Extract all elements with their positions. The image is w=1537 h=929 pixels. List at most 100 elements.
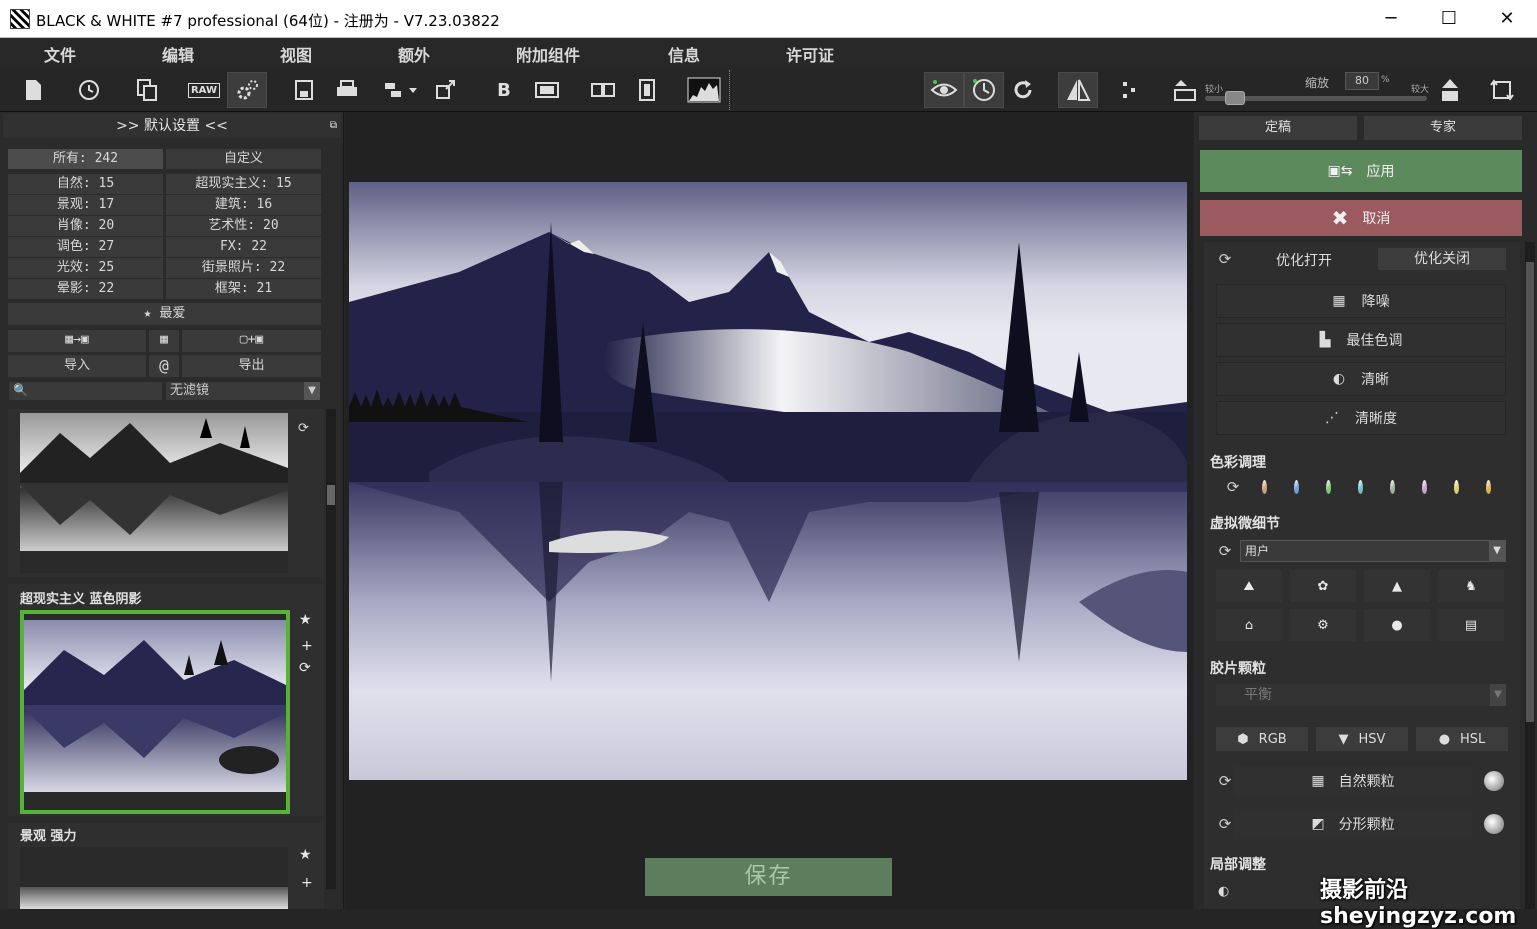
local-adjust-icon[interactable]: ◐ <box>1218 884 1229 899</box>
split-compare-icon[interactable] <box>1110 72 1150 108</box>
preset-scrollbar[interactable] <box>326 409 336 889</box>
color-drop-icon[interactable] <box>1422 480 1427 494</box>
category-surrealism[interactable]: 超现实主义: 15 <box>166 174 321 194</box>
search-input[interactable]: 🔍 <box>8 381 163 401</box>
apply-button[interactable]: ▣⇆ 应用 <box>1200 150 1522 192</box>
reset-optimize-icon[interactable]: ⟳ <box>1216 250 1234 268</box>
favorite-star-icon[interactable]: ★ <box>299 847 312 863</box>
reset-preset-icon[interactable]: ⟳ <box>298 421 309 436</box>
menu-extra[interactable]: 额外 <box>398 42 430 66</box>
color-drop-icon[interactable] <box>1390 480 1395 494</box>
category-street[interactable]: 街景照片: 22 <box>166 258 321 278</box>
menu-info[interactable]: 信息 <box>668 42 700 66</box>
menu-view[interactable]: 视图 <box>280 42 312 66</box>
category-portrait[interactable]: 肖像: 20 <box>8 216 163 236</box>
natural-grain-button[interactable]: ▦ 自然颗粒 <box>1234 766 1472 796</box>
landscape-detail-icon[interactable]: ⛰ <box>1216 570 1282 602</box>
flower-detail-icon[interactable]: ✿ <box>1290 570 1356 602</box>
export-button[interactable]: 导出 <box>182 355 321 377</box>
batch-icon[interactable] <box>380 72 420 108</box>
save-icon[interactable] <box>284 72 324 108</box>
category-nature[interactable]: 自然: 15 <box>8 174 163 194</box>
color-drop-icon[interactable] <box>1294 480 1299 494</box>
chevron-down-icon[interactable]: ▼ <box>1489 541 1505 561</box>
preset-header[interactable]: >> 默认设置 << ⧉ <box>3 114 341 138</box>
fit-icon[interactable] <box>1166 72 1206 108</box>
category-landscape[interactable]: 景观: 17 <box>8 195 163 215</box>
natural-grain-ball-icon[interactable] <box>1484 771 1504 791</box>
tab-finalize[interactable]: 定稿 <box>1199 116 1357 140</box>
b-icon[interactable]: B <box>484 72 524 108</box>
print-icon[interactable] <box>327 72 367 108</box>
color-drop-icon[interactable] <box>1262 480 1267 494</box>
optimize-on-button[interactable]: 优化打开 <box>1276 250 1332 270</box>
selected-preset-thumbnail[interactable] <box>20 610 290 814</box>
import-preset-icon[interactable]: ▦→▣ <box>8 330 146 352</box>
preview-eye-icon[interactable] <box>924 72 964 108</box>
filter-select[interactable]: 无滤镜 ▼ <box>165 381 321 401</box>
favorites-button[interactable]: ★ 最爱 <box>8 303 321 325</box>
tool-best-tone[interactable]: ▙ 最佳色调 <box>1216 323 1506 357</box>
reset-natural-grain-icon[interactable]: ⟳ <box>1216 772 1234 790</box>
scrollbar-thumb[interactable] <box>327 485 335 505</box>
minimize-button[interactable]: ─ <box>1362 0 1420 38</box>
grain-tab-rgb[interactable]: ⬢ RGB <box>1216 727 1308 751</box>
preset-thumbnail[interactable] <box>20 847 288 887</box>
add-preset-icon[interactable]: + <box>301 875 313 891</box>
grain-tab-hsv[interactable]: ▼ HSV <box>1316 727 1408 751</box>
category-artistic[interactable]: 艺术性: 20 <box>166 216 321 236</box>
zoom-slider-thumb[interactable] <box>1225 91 1246 105</box>
document-detail-icon[interactable]: ▤ <box>1438 609 1504 641</box>
menu-addons[interactable]: 附加组件 <box>516 42 580 66</box>
redo-icon[interactable] <box>1004 72 1044 108</box>
undock-icon[interactable]: ⧉ <box>330 114 337 138</box>
zoom-value[interactable]: 80 <box>1345 72 1379 90</box>
split-icon[interactable] <box>583 72 623 108</box>
category-custom[interactable]: 自定义 <box>166 149 321 169</box>
scrollbar-thumb[interactable] <box>1526 262 1534 722</box>
tab-expert[interactable]: 专家 <box>1364 116 1522 140</box>
category-vignette[interactable]: 晕影: 22 <box>8 279 163 299</box>
fractal-grain-button[interactable]: ◩ 分形颗粒 <box>1234 809 1472 839</box>
menu-file[interactable]: 文件 <box>44 42 76 66</box>
menu-license[interactable]: 许可证 <box>786 42 834 66</box>
export-icon[interactable] <box>426 72 466 108</box>
preset-item-2[interactable]: 超现实主义 蓝色阴影 ★ + ⟳ <box>8 584 324 816</box>
chevron-down-icon[interactable]: ▼ <box>1490 684 1506 706</box>
grain-tab-hsl[interactable]: ● HSL <box>1416 727 1508 751</box>
preset-item-1[interactable]: ⟳ <box>8 409 324 577</box>
favorite-star-icon[interactable]: ★ <box>299 612 312 628</box>
fractal-grain-ball-icon[interactable] <box>1484 814 1504 834</box>
rotate-icon[interactable] <box>1482 72 1522 108</box>
color-drop-icon[interactable] <box>1326 480 1331 494</box>
reset-virtual-icon[interactable]: ⟳ <box>1216 542 1234 560</box>
reset-preset-icon[interactable]: ⟳ <box>299 660 311 676</box>
category-all[interactable]: 所有: 242 <box>8 149 163 169</box>
portrait-detail-icon[interactable]: ● <box>1364 609 1430 641</box>
history-icon[interactable] <box>69 72 109 108</box>
histogram-icon[interactable] <box>684 72 724 108</box>
color-drop-icon[interactable] <box>1358 480 1363 494</box>
animal-detail-icon[interactable]: ♞ <box>1438 570 1504 602</box>
maximize-button[interactable]: ☐ <box>1420 0 1478 38</box>
preview-image[interactable]: Derek Weiss <box>349 182 1187 780</box>
category-fx[interactable]: FX: 22 <box>166 237 321 257</box>
cancel-button[interactable]: ✖ 取消 <box>1200 200 1522 236</box>
settings-icon[interactable] <box>227 72 267 108</box>
menu-edit[interactable]: 编辑 <box>162 42 194 66</box>
virtual-detail-select[interactable]: 用户 ▼ <box>1240 540 1506 562</box>
category-architecture[interactable]: 建筑: 16 <box>166 195 321 215</box>
tool-denoise[interactable]: ▦ 降噪 <box>1216 284 1506 318</box>
optimize-off-button[interactable]: 优化关闭 <box>1378 248 1506 270</box>
tool-clarity[interactable]: ⋰ 清晰度 <box>1216 401 1506 435</box>
compare-icon[interactable] <box>527 72 567 108</box>
email-button[interactable]: @ <box>149 355 179 377</box>
import-button[interactable]: 导入 <box>8 355 146 377</box>
color-drop-icon[interactable] <box>1454 480 1459 494</box>
zoom-in-icon[interactable] <box>1430 72 1470 108</box>
save-button[interactable]: 保存 <box>645 858 892 896</box>
preset-item-3[interactable]: 景观 强力 ★ + <box>8 823 324 909</box>
mountain-detail-icon[interactable]: ▲ <box>1364 570 1430 602</box>
category-toning[interactable]: 调色: 27 <box>8 237 163 257</box>
close-button[interactable]: ✕ <box>1478 0 1536 38</box>
